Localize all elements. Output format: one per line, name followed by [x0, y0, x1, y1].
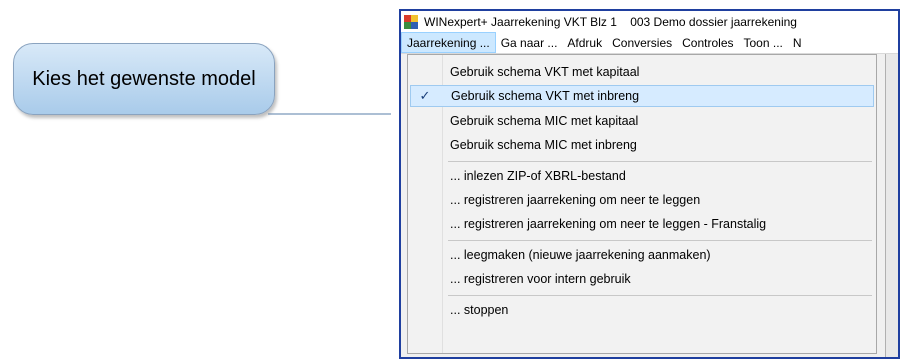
jaarrekening-menu: Gebruik schema VKT met kapitaal ✓ Gebruik …: [407, 54, 877, 354]
scrollbar[interactable]: [885, 54, 898, 357]
app-grid-icon: [404, 14, 418, 29]
menu-separator: [448, 294, 872, 296]
menu-item[interactable]: ... leegmaken (nieuwe jaarrekening aanma…: [410, 244, 874, 266]
menu-item[interactable]: ... inlezen ZIP-of XBRL-bestand: [410, 165, 874, 187]
menu-item[interactable]: ✓ Gebruik schema VKT met inbreng: [410, 85, 874, 108]
menu-item[interactable]: ... registreren voor intern gebruik: [410, 268, 874, 290]
menubar-item[interactable]: Toon ...: [739, 32, 788, 53]
checkmark-icon: ✓: [419, 88, 431, 104]
menu-item[interactable]: Gebruik schema MIC met kapitaal: [410, 110, 874, 132]
menu-item-label: Gebruik schema MIC met kapitaal: [450, 113, 639, 128]
menu-item[interactable]: Gebruik schema VKT met kapitaal: [410, 61, 874, 83]
menu-item-label: Gebruik schema MIC met inbreng: [450, 138, 637, 153]
menubar-item[interactable]: Conversies: [607, 32, 677, 53]
menu-item-label: ... stoppen: [450, 302, 509, 317]
menu-item[interactable]: Gebruik schema MIC met inbreng: [410, 134, 874, 156]
window-title: WINexpert+ Jaarrekening VKT Blz 1 003 De…: [424, 14, 797, 29]
callout-pointer-line: [268, 113, 391, 115]
menu-item-label: ... registreren jaarrekening om neer te …: [450, 193, 701, 207]
menubar-item[interactable]: Controles: [677, 32, 738, 53]
menu-separator: [448, 239, 872, 241]
menubar: Jaarrekening ... Ga naar ... Afdruk Convers…: [401, 32, 898, 54]
menu-item[interactable]: ... stoppen: [410, 299, 874, 321]
menubar-item[interactable]: N: [788, 32, 807, 53]
menu-item-label: ... leegmaken (nieuwe jaarrekening aanma…: [450, 247, 711, 262]
menu-item-label: ... inlezen ZIP-of XBRL-bestand: [450, 168, 626, 183]
app-window: WINexpert+ Jaarrekening VKT Blz 1 003 De…: [399, 9, 900, 359]
window-titlebar[interactable]: WINexpert+ Jaarrekening VKT Blz 1 003 De…: [401, 11, 898, 32]
menu-item-label: Gebruik schema VKT met inbreng: [451, 89, 640, 104]
menubar-item[interactable]: Afdruk: [562, 32, 607, 53]
menu-item[interactable]: ... registreren jaarrekening om neer te …: [410, 189, 874, 211]
menubar-item[interactable]: Jaarrekening ...: [401, 32, 496, 53]
menu-item-label: Gebruik schema VKT met kapitaal: [450, 65, 640, 79]
menubar-item[interactable]: Ga naar ...: [496, 32, 563, 53]
menu-item-label: ... registreren jaarrekening om neer te …: [450, 217, 767, 232]
callout-balloon: Kies het gewenste model: [13, 43, 275, 115]
callout-text: Kies het gewenste model: [32, 67, 256, 90]
menu-item[interactable]: ... registreren jaarrekening om neer te …: [410, 213, 874, 235]
menu-separator: [448, 160, 872, 162]
menu-item-label: ... registreren voor intern gebruik: [450, 272, 631, 287]
